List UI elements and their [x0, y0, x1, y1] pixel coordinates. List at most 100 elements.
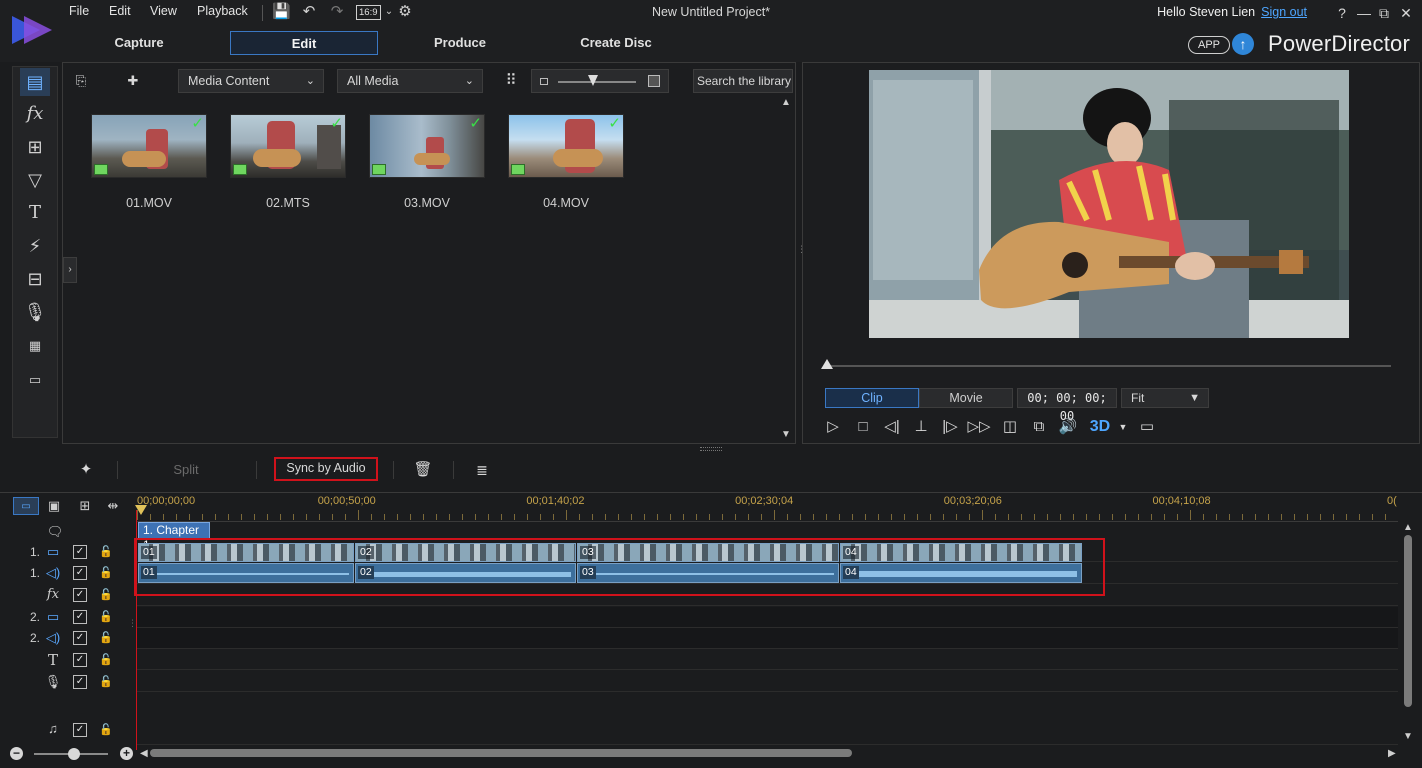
media-content-dropdown[interactable]: Media Content ⌄ — [178, 69, 324, 93]
track-enable-checkbox[interactable]: ✓ — [73, 631, 87, 645]
pip-objects-room-icon[interactable]: ⊞ — [20, 133, 50, 161]
track-enable-checkbox[interactable]: ✓ — [73, 588, 87, 602]
3d-dropdown-chevron-icon[interactable]: ▼ — [1111, 416, 1135, 438]
previous-frame-icon[interactable]: ◁| — [880, 416, 904, 438]
magic-tools-icon[interactable]: ✦ — [74, 459, 98, 481]
clip-mode-button[interactable]: Clip — [825, 388, 919, 408]
chapter-room-icon[interactable]: ▦ — [20, 332, 50, 360]
aspect-ratio-selector[interactable]: 16:9 — [356, 5, 381, 20]
horizontal-splitter-handle[interactable] — [700, 447, 722, 451]
undo-icon[interactable]: ↶ — [300, 3, 318, 21]
fast-forward-icon[interactable]: ▷▷ — [967, 416, 991, 438]
import-media-icon[interactable]: ⎘ — [69, 69, 93, 93]
media-thumbnail-02[interactable]: ✓ — [230, 114, 346, 178]
library-search-input[interactable]: Search the library — [693, 69, 793, 93]
sign-out-link[interactable]: Sign out — [1261, 5, 1307, 19]
help-button[interactable]: ? — [1332, 3, 1352, 23]
zoom-in-button[interactable]: + — [120, 747, 133, 760]
media-thumbnail-03[interactable]: ✓ — [369, 114, 485, 178]
panel-splitter-handle[interactable]: ⋮ — [797, 245, 806, 264]
media-thumbnail-01[interactable]: ✓ — [91, 114, 207, 178]
media-filter-dropdown[interactable]: All Media ⌄ — [337, 69, 483, 93]
play-icon[interactable]: ▷ — [821, 416, 845, 438]
timeline-view-icon[interactable]: ▭ — [13, 497, 39, 515]
storyboard-view-icon[interactable]: ▣ — [45, 497, 63, 515]
track-enable-checkbox[interactable]: ✓ — [73, 566, 87, 580]
zoom-fit-dropdown[interactable]: Fit ▼ — [1121, 388, 1209, 408]
track-enable-checkbox[interactable]: ✓ — [73, 610, 87, 624]
app-badge[interactable]: APP — [1188, 36, 1230, 54]
zoom-slider-knob[interactable] — [68, 748, 80, 760]
lock-icon[interactable]: 🔓 — [99, 588, 113, 602]
edit-list-icon[interactable]: ≣ — [470, 459, 494, 481]
menu-playback[interactable]: Playback — [197, 4, 248, 18]
tab-produce[interactable]: Produce — [386, 31, 534, 55]
media-thumbnail-04[interactable]: ✓ — [508, 114, 624, 178]
snapshot-camera-icon[interactable]: ◫ — [998, 416, 1022, 438]
track-row-voice[interactable] — [136, 671, 1398, 692]
menu-edit[interactable]: Edit — [109, 4, 131, 18]
scroll-down-icon[interactable]: ▼ — [1403, 731, 1413, 742]
lock-icon[interactable]: 🔓 — [99, 631, 113, 645]
track-row-video-2[interactable] — [136, 607, 1398, 628]
scroll-up-icon[interactable]: ▲ — [781, 97, 791, 108]
scroll-left-icon[interactable]: ◀ — [140, 748, 148, 759]
library-scrollbar[interactable]: ▲ ▼ — [778, 97, 792, 441]
grid-view-icon[interactable]: ⠿ — [499, 69, 523, 93]
expand-panel-chevron-icon[interactable]: › — [63, 257, 77, 283]
voice-over-room-icon[interactable]: 🎙 — [20, 298, 50, 326]
3d-mode-button[interactable]: 3D — [1088, 416, 1112, 438]
title-room-icon[interactable]: T — [20, 199, 50, 227]
lock-icon[interactable]: 🔓 — [99, 723, 113, 737]
fit-timeline-icon[interactable]: ⇹ — [104, 497, 122, 515]
timecode-display[interactable]: 00; 00; 00; 00 — [1017, 388, 1117, 423]
external-display-icon[interactable]: ▭ — [1135, 416, 1159, 438]
tab-edit[interactable]: Edit — [230, 31, 378, 55]
scroll-right-icon[interactable]: ▶ — [1388, 748, 1396, 759]
minimize-button[interactable]: — — [1354, 3, 1374, 23]
tab-create-disc[interactable]: Create Disc — [542, 31, 690, 55]
timeline-horizontal-scrollbar[interactable] — [150, 749, 852, 757]
split-marker-icon[interactable]: ⊥ — [909, 416, 933, 438]
movie-mode-button[interactable]: Movie — [919, 388, 1013, 408]
effect-room-icon[interactable]: fx — [20, 100, 50, 128]
track-manager-icon[interactable]: ⊞ — [76, 497, 94, 515]
seek-handle[interactable] — [821, 359, 833, 369]
audio-mixing-room-icon[interactable]: ⊟ — [20, 265, 50, 293]
stop-icon[interactable]: □ — [851, 416, 875, 438]
timeline-vertical-scrollbar[interactable] — [1404, 535, 1412, 707]
menu-view[interactable]: View — [150, 4, 177, 18]
sync-by-audio-button[interactable]: Sync by Audio — [274, 457, 378, 481]
seek-bar[interactable] — [825, 365, 1391, 367]
undock-preview-icon[interactable]: ⧉ — [1027, 416, 1051, 438]
next-frame-icon[interactable]: |▷ — [938, 416, 962, 438]
split-button[interactable]: Split — [160, 459, 212, 481]
settings-gear-icon[interactable]: ⚙ — [396, 3, 414, 21]
plugins-icon[interactable]: ✚ — [121, 69, 145, 93]
track-enable-checkbox[interactable]: ✓ — [73, 653, 87, 667]
slider-knob[interactable] — [588, 75, 598, 86]
tab-capture[interactable]: Capture — [65, 31, 213, 55]
track-row-audio-2[interactable] — [136, 628, 1398, 649]
particle-room-icon[interactable]: ▽ — [20, 166, 50, 194]
lock-icon[interactable]: 🔓 — [99, 675, 113, 689]
track-row-music[interactable] — [136, 693, 1398, 745]
close-button[interactable]: ✕ — [1396, 3, 1416, 23]
chapter-marker[interactable]: 1. Chapter 1 — [138, 522, 210, 552]
zoom-out-button[interactable]: − — [10, 747, 23, 760]
scroll-down-icon[interactable]: ▼ — [781, 429, 791, 440]
scroll-up-icon[interactable]: ▲ — [1403, 522, 1413, 533]
lock-icon[interactable]: 🔓 — [99, 653, 113, 667]
redo-icon[interactable]: ↷ — [328, 3, 346, 21]
lock-icon[interactable]: 🔓 — [99, 545, 113, 559]
track-row-title[interactable] — [136, 649, 1398, 670]
transition-room-icon[interactable]: ⚡ — [20, 232, 50, 260]
menu-file[interactable]: File — [69, 4, 89, 18]
lock-icon[interactable]: 🔓 — [99, 610, 113, 624]
track-header-splitter[interactable]: ⋮ — [128, 619, 137, 646]
lock-icon[interactable]: 🔓 — [99, 566, 113, 580]
playhead-line[interactable] — [136, 510, 137, 750]
volume-icon[interactable]: 🔊 — [1056, 416, 1080, 438]
restore-button[interactable]: ⧉ — [1374, 3, 1394, 23]
subtitle-room-icon[interactable]: ▭ — [20, 366, 50, 394]
